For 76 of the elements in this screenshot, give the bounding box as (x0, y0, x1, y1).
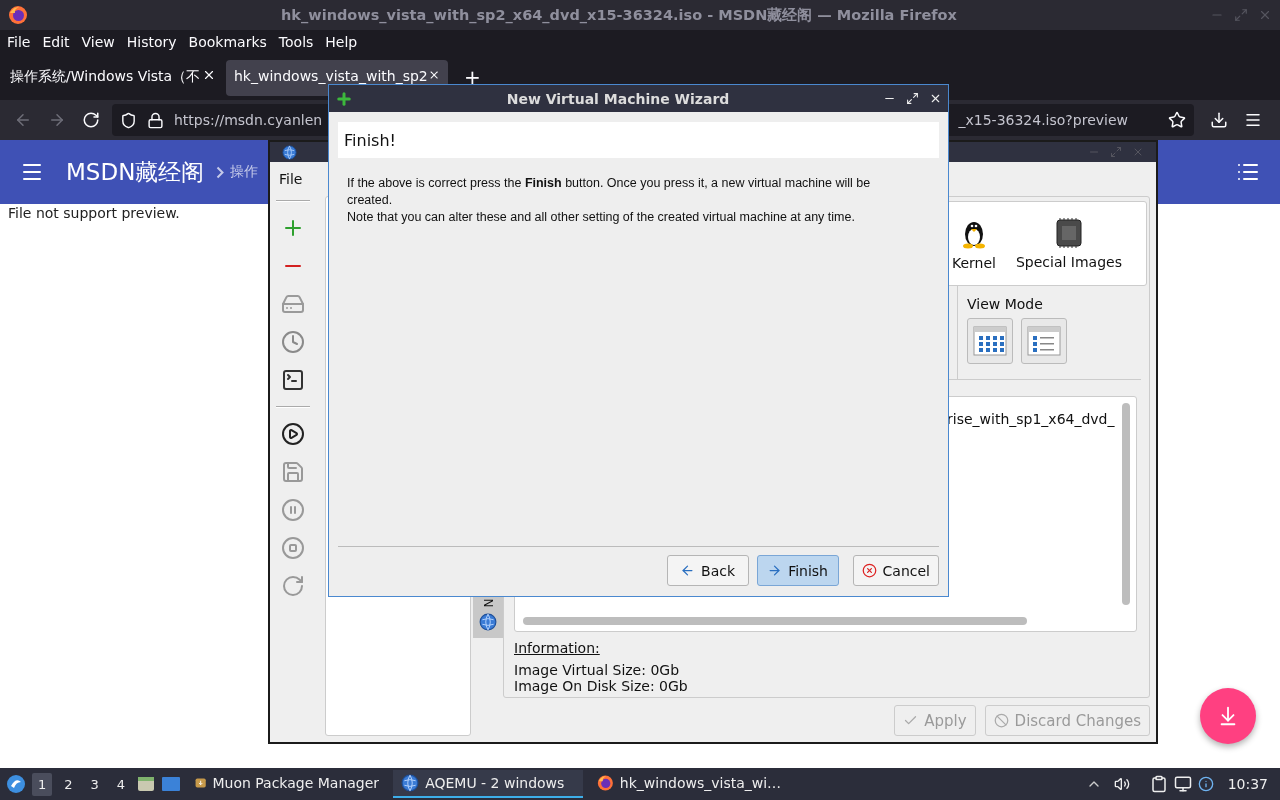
file-manager-icon[interactable] (137, 775, 156, 793)
download-icon[interactable] (1210, 111, 1228, 129)
menu-item[interactable]: History (120, 34, 183, 50)
taskbar-task[interactable]: hk_windows_vista_wi… (589, 770, 790, 798)
finish-button[interactable]: Finish (756, 555, 839, 586)
page-heading: Finish! (338, 122, 939, 158)
category-label[interactable]: Kernel (951, 254, 996, 271)
tab-title: hk_windows_vista_with_sp2 (234, 68, 428, 84)
menu-item[interactable]: Help (319, 34, 364, 50)
desktop-icon[interactable] (161, 775, 182, 793)
reload-icon[interactable] (82, 111, 100, 129)
start-menu-icon[interactable] (6, 774, 26, 794)
preview-message: File not support preview. (8, 205, 180, 221)
clipboard-icon[interactable] (1149, 775, 1168, 793)
terminal-icon[interactable] (281, 368, 305, 392)
tab-label: N (483, 598, 493, 608)
shield-icon[interactable] (120, 111, 137, 129)
site-title[interactable]: MSDN藏经阁 (66, 156, 205, 188)
menu-item[interactable]: Edit (36, 34, 76, 50)
cancel-icon (861, 563, 877, 578)
category-label[interactable]: Special Images (1015, 253, 1122, 270)
menu-item[interactable]: File (279, 171, 303, 188)
globe-icon (282, 144, 297, 160)
dialog-title: New Virtual Machine Wizard (505, 90, 731, 107)
menu-item[interactable]: Bookmarks (182, 34, 273, 50)
list-view-icon[interactable] (1027, 326, 1061, 356)
info-heading: Information: (514, 640, 600, 656)
lock-icon[interactable] (147, 111, 164, 129)
scrollbar[interactable] (523, 617, 1027, 625)
play-icon[interactable] (281, 422, 305, 446)
taskbar-task[interactable]: AQEMU - 2 windows (393, 770, 584, 798)
list-item[interactable]: rise_with_sp1_x64_dvd_ (947, 411, 1115, 427)
chip-icon (1054, 217, 1083, 248)
menu-item[interactable]: View (75, 34, 121, 50)
arrow-right-icon (767, 563, 783, 578)
notification-icon[interactable] (1197, 776, 1214, 792)
url-text: _x15-36324.iso?preview (958, 112, 1128, 128)
description-text: Note that you can alter these and all other setting of the created virtual machine at any time. (347, 209, 856, 226)
workspace-button[interactable]: 1 (32, 772, 53, 796)
browser-tab[interactable]: 操作系统/Windows Vista（不 (2, 60, 224, 96)
globe-icon (479, 613, 497, 631)
forward-icon[interactable] (48, 111, 66, 129)
clock[interactable]: 10:37 (1227, 776, 1268, 792)
taskbar-task[interactable]: Muon Package Manager (187, 770, 388, 798)
maximize-icon[interactable] (906, 92, 919, 105)
back-button[interactable]: Back (666, 555, 749, 586)
volume-icon[interactable] (1113, 776, 1130, 792)
firefox-icon (8, 5, 28, 25)
url-text: https://msdn.cyanlen (174, 112, 323, 128)
back-icon[interactable] (14, 111, 32, 129)
globe-icon (401, 774, 420, 792)
clock-icon[interactable] (281, 330, 305, 354)
download-button[interactable] (1200, 688, 1256, 744)
firefox-icon (597, 773, 614, 793)
close-icon[interactable] (202, 68, 216, 82)
info-text: Image On Disk Size: 0Gb (514, 678, 688, 694)
cancel-button[interactable]: Cancel (852, 555, 939, 586)
icon-view-icon[interactable] (973, 326, 1007, 356)
workspace-button[interactable]: 4 (110, 772, 132, 796)
breadcrumb-link[interactable]: 操作 (230, 163, 259, 181)
scrollbar[interactable] (1122, 403, 1130, 605)
view-mode-label: View Mode (967, 296, 1044, 312)
workspace-button[interactable]: 2 (58, 772, 79, 796)
close-icon[interactable] (929, 92, 942, 105)
workspace-button[interactable]: 3 (84, 772, 105, 796)
chevron-icon (216, 165, 225, 179)
menu-item[interactable]: Tools (272, 34, 320, 50)
window-title: hk_windows_vista_with_sp2_x64_dvd_x15-36324.iso - MSDN藏经阁 — Mozilla Firefox (280, 5, 958, 25)
tab-title: 操作系统/Windows Vista（不 (10, 68, 202, 84)
star-icon[interactable] (1168, 111, 1186, 129)
menu-icon[interactable] (1244, 111, 1262, 129)
menu-item[interactable]: File (1, 34, 37, 50)
plus-icon (335, 89, 353, 108)
description-text: If the above is correct press the Finish button. Once you press it, a new virtual machine will be created. (347, 175, 872, 209)
info-text: Image Virtual Size: 0Gb (514, 662, 680, 678)
ban-icon (993, 713, 1009, 728)
